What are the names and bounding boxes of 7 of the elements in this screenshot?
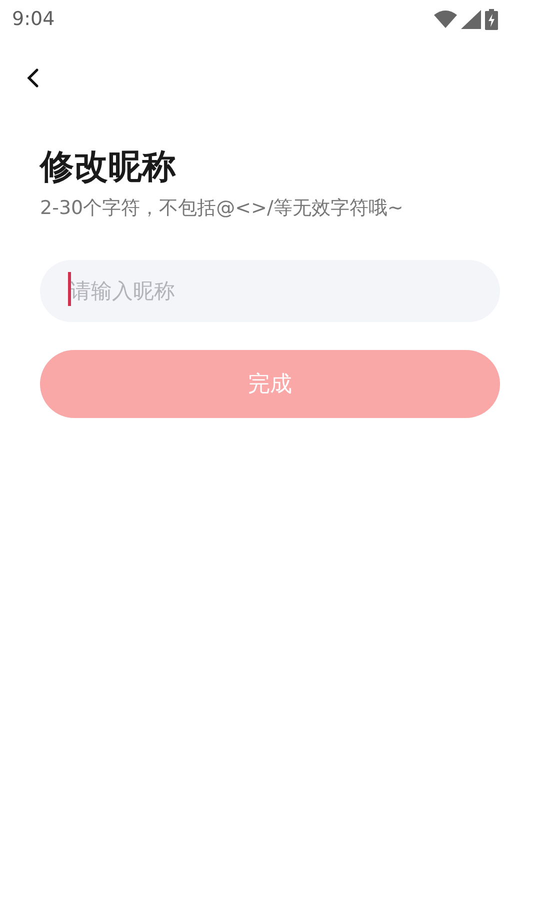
nickname-field[interactable]: 请输入昵称 <box>40 260 500 322</box>
signal-icon <box>461 10 481 28</box>
page-title: 修改昵称 <box>40 147 177 188</box>
status-time: 9:04 <box>12 6 55 32</box>
battery-icon <box>485 8 498 30</box>
wifi-icon <box>434 10 457 28</box>
nickname-hint: 2-30个字符，不包括@<>/等无效字符哦~ <box>40 196 404 221</box>
